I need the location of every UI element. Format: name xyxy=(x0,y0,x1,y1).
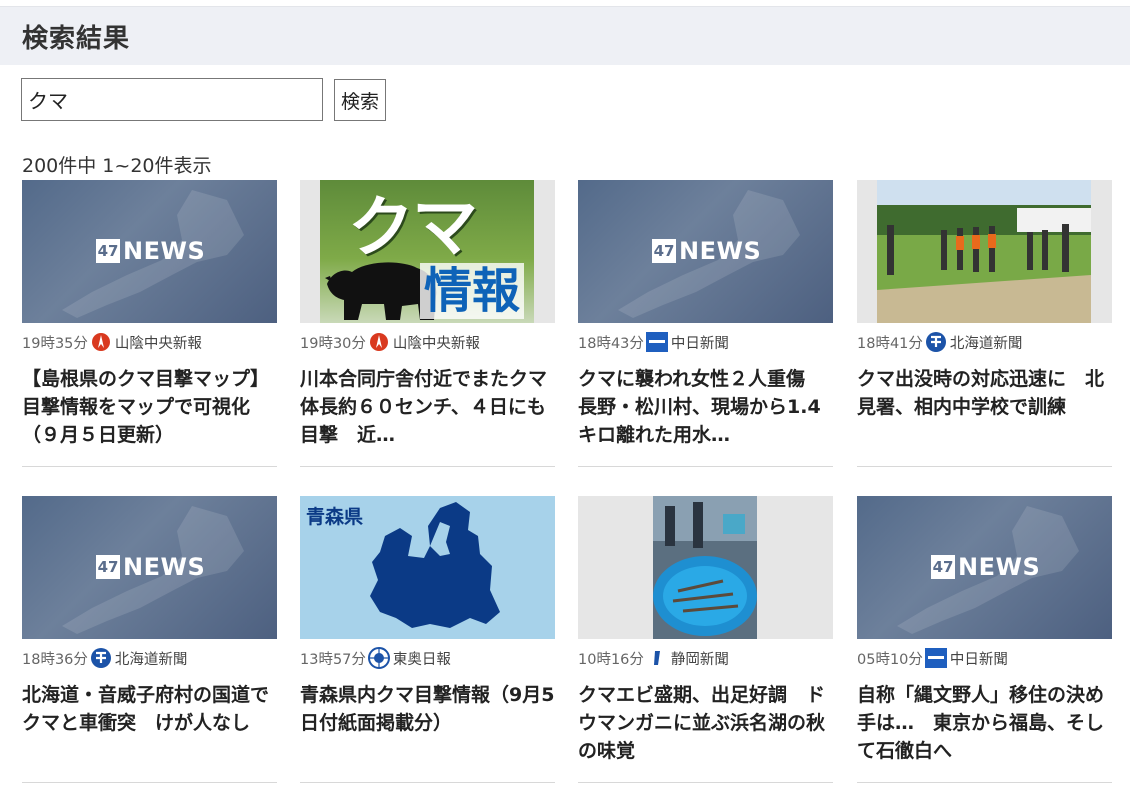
47news-thumb[interactable]: 47 NEWS xyxy=(22,180,277,323)
card-divider xyxy=(857,466,1112,467)
card-divider xyxy=(300,782,555,783)
card-divider xyxy=(22,782,277,783)
chunichi-logo-icon xyxy=(924,647,947,669)
47news-thumb[interactable]: 47 NEWS xyxy=(857,496,1112,639)
toonippo-logo-icon xyxy=(367,647,390,669)
article-time: 13時57分 xyxy=(300,651,366,668)
search-button[interactable]: 検索 xyxy=(334,79,386,121)
article-title[interactable]: 自称「縄文野人」移住の決め手は… 東京から福島、そして石徹白へ xyxy=(857,681,1112,765)
article-title[interactable]: 青森県内クマ目撃情報（9月5日付紙面掲載分） xyxy=(300,681,555,737)
article-meta: 05時10分 中日新聞 xyxy=(857,646,1008,670)
47news-logo: 47 NEWS xyxy=(652,237,762,265)
publisher-name: 中日新聞 xyxy=(670,335,729,352)
article-time: 19時35分 xyxy=(22,335,88,352)
bear-info-thumb[interactable]: クマ 情報 xyxy=(300,180,555,323)
publisher-name: 静岡新聞 xyxy=(670,651,729,668)
shrimp-photo-thumb[interactable] xyxy=(578,496,833,639)
article-meta: 10時16分 静岡新聞 xyxy=(578,646,729,670)
article-title[interactable]: 【島根県のクマ目撃マップ】目撃情報をマップで可視化（９月５日更新） xyxy=(22,365,277,449)
article-meta: 18時43分 中日新聞 xyxy=(578,330,729,354)
hokkaido-logo-icon xyxy=(90,647,112,669)
article-title[interactable]: クマに襲われ女性２人重傷 長野・松川村、現場から1.4キロ離れた用水… xyxy=(578,365,833,449)
shizuoka-logo-icon xyxy=(646,647,668,669)
article-meta: 19時35分 山陰中央新報 xyxy=(22,330,202,354)
47news-logo: 47 NEWS xyxy=(96,553,206,581)
47news-thumb[interactable]: 47 NEWS xyxy=(578,180,833,323)
article-time: 18時43分 xyxy=(578,335,644,352)
article-time: 18時36分 xyxy=(22,651,88,668)
article-time: 05時10分 xyxy=(857,651,923,668)
publisher-name: 北海道新聞 xyxy=(949,335,1023,352)
top-border xyxy=(0,0,1130,7)
publisher-name: 中日新聞 xyxy=(949,651,1008,668)
article-meta: 18時36分 北海道新聞 xyxy=(22,646,187,670)
result-count: 200件中 1~20件表示 xyxy=(22,155,212,177)
card-divider xyxy=(857,782,1112,783)
aomori-map-thumb[interactable]: 青森県 xyxy=(300,496,555,639)
card-divider xyxy=(22,466,277,467)
47news-logo: 47 NEWS xyxy=(96,237,206,265)
field-training-photo xyxy=(877,180,1091,323)
publisher-name: 山陰中央新報 xyxy=(114,335,202,352)
article-meta: 18時41分 北海道新聞 xyxy=(857,330,1022,354)
card-divider xyxy=(578,782,833,783)
search-input[interactable] xyxy=(21,78,323,121)
47news-thumb[interactable]: 47 NEWS xyxy=(22,496,277,639)
article-time: 18時41分 xyxy=(857,335,923,352)
article-meta: 19時30分 山陰中央新報 xyxy=(300,330,480,354)
publisher-name: 北海道新聞 xyxy=(114,651,188,668)
article-time: 10時16分 xyxy=(578,651,644,668)
page-header: 検索結果 xyxy=(0,7,1130,65)
article-title[interactable]: クマエビ盛期、出足好調 ドウマンガニに並ぶ浜名湖の秋の味覚 xyxy=(578,681,833,765)
sanin-logo-icon xyxy=(368,331,390,353)
shrimp-basket-photo xyxy=(653,496,757,639)
field-photo-thumb[interactable] xyxy=(857,180,1112,323)
article-title[interactable]: 北海道・音威子府村の国道でクマと車衝突 けが人なし xyxy=(22,681,277,737)
card-divider xyxy=(578,466,833,467)
sanin-logo-icon xyxy=(90,331,112,353)
chunichi-logo-icon xyxy=(645,331,668,353)
article-time: 19時30分 xyxy=(300,335,366,352)
article-title[interactable]: クマ出没時の対応迅速に 北見署、相内中学校で訓練 xyxy=(857,365,1112,421)
page-title: 検索結果 xyxy=(22,24,131,54)
aomori-map-icon xyxy=(370,502,500,628)
publisher-name: 山陰中央新報 xyxy=(392,335,480,352)
47news-logo: 47 NEWS xyxy=(931,553,1041,581)
card-divider xyxy=(300,466,555,467)
publisher-name: 東奥日報 xyxy=(392,651,451,668)
article-meta: 13時57分 東奥日報 xyxy=(300,646,451,670)
hokkaido-logo-icon xyxy=(925,331,947,353)
article-title[interactable]: 川本合同庁舎付近でまたクマ 体長約６０センチ、４日にも目撃 近… xyxy=(300,365,555,449)
